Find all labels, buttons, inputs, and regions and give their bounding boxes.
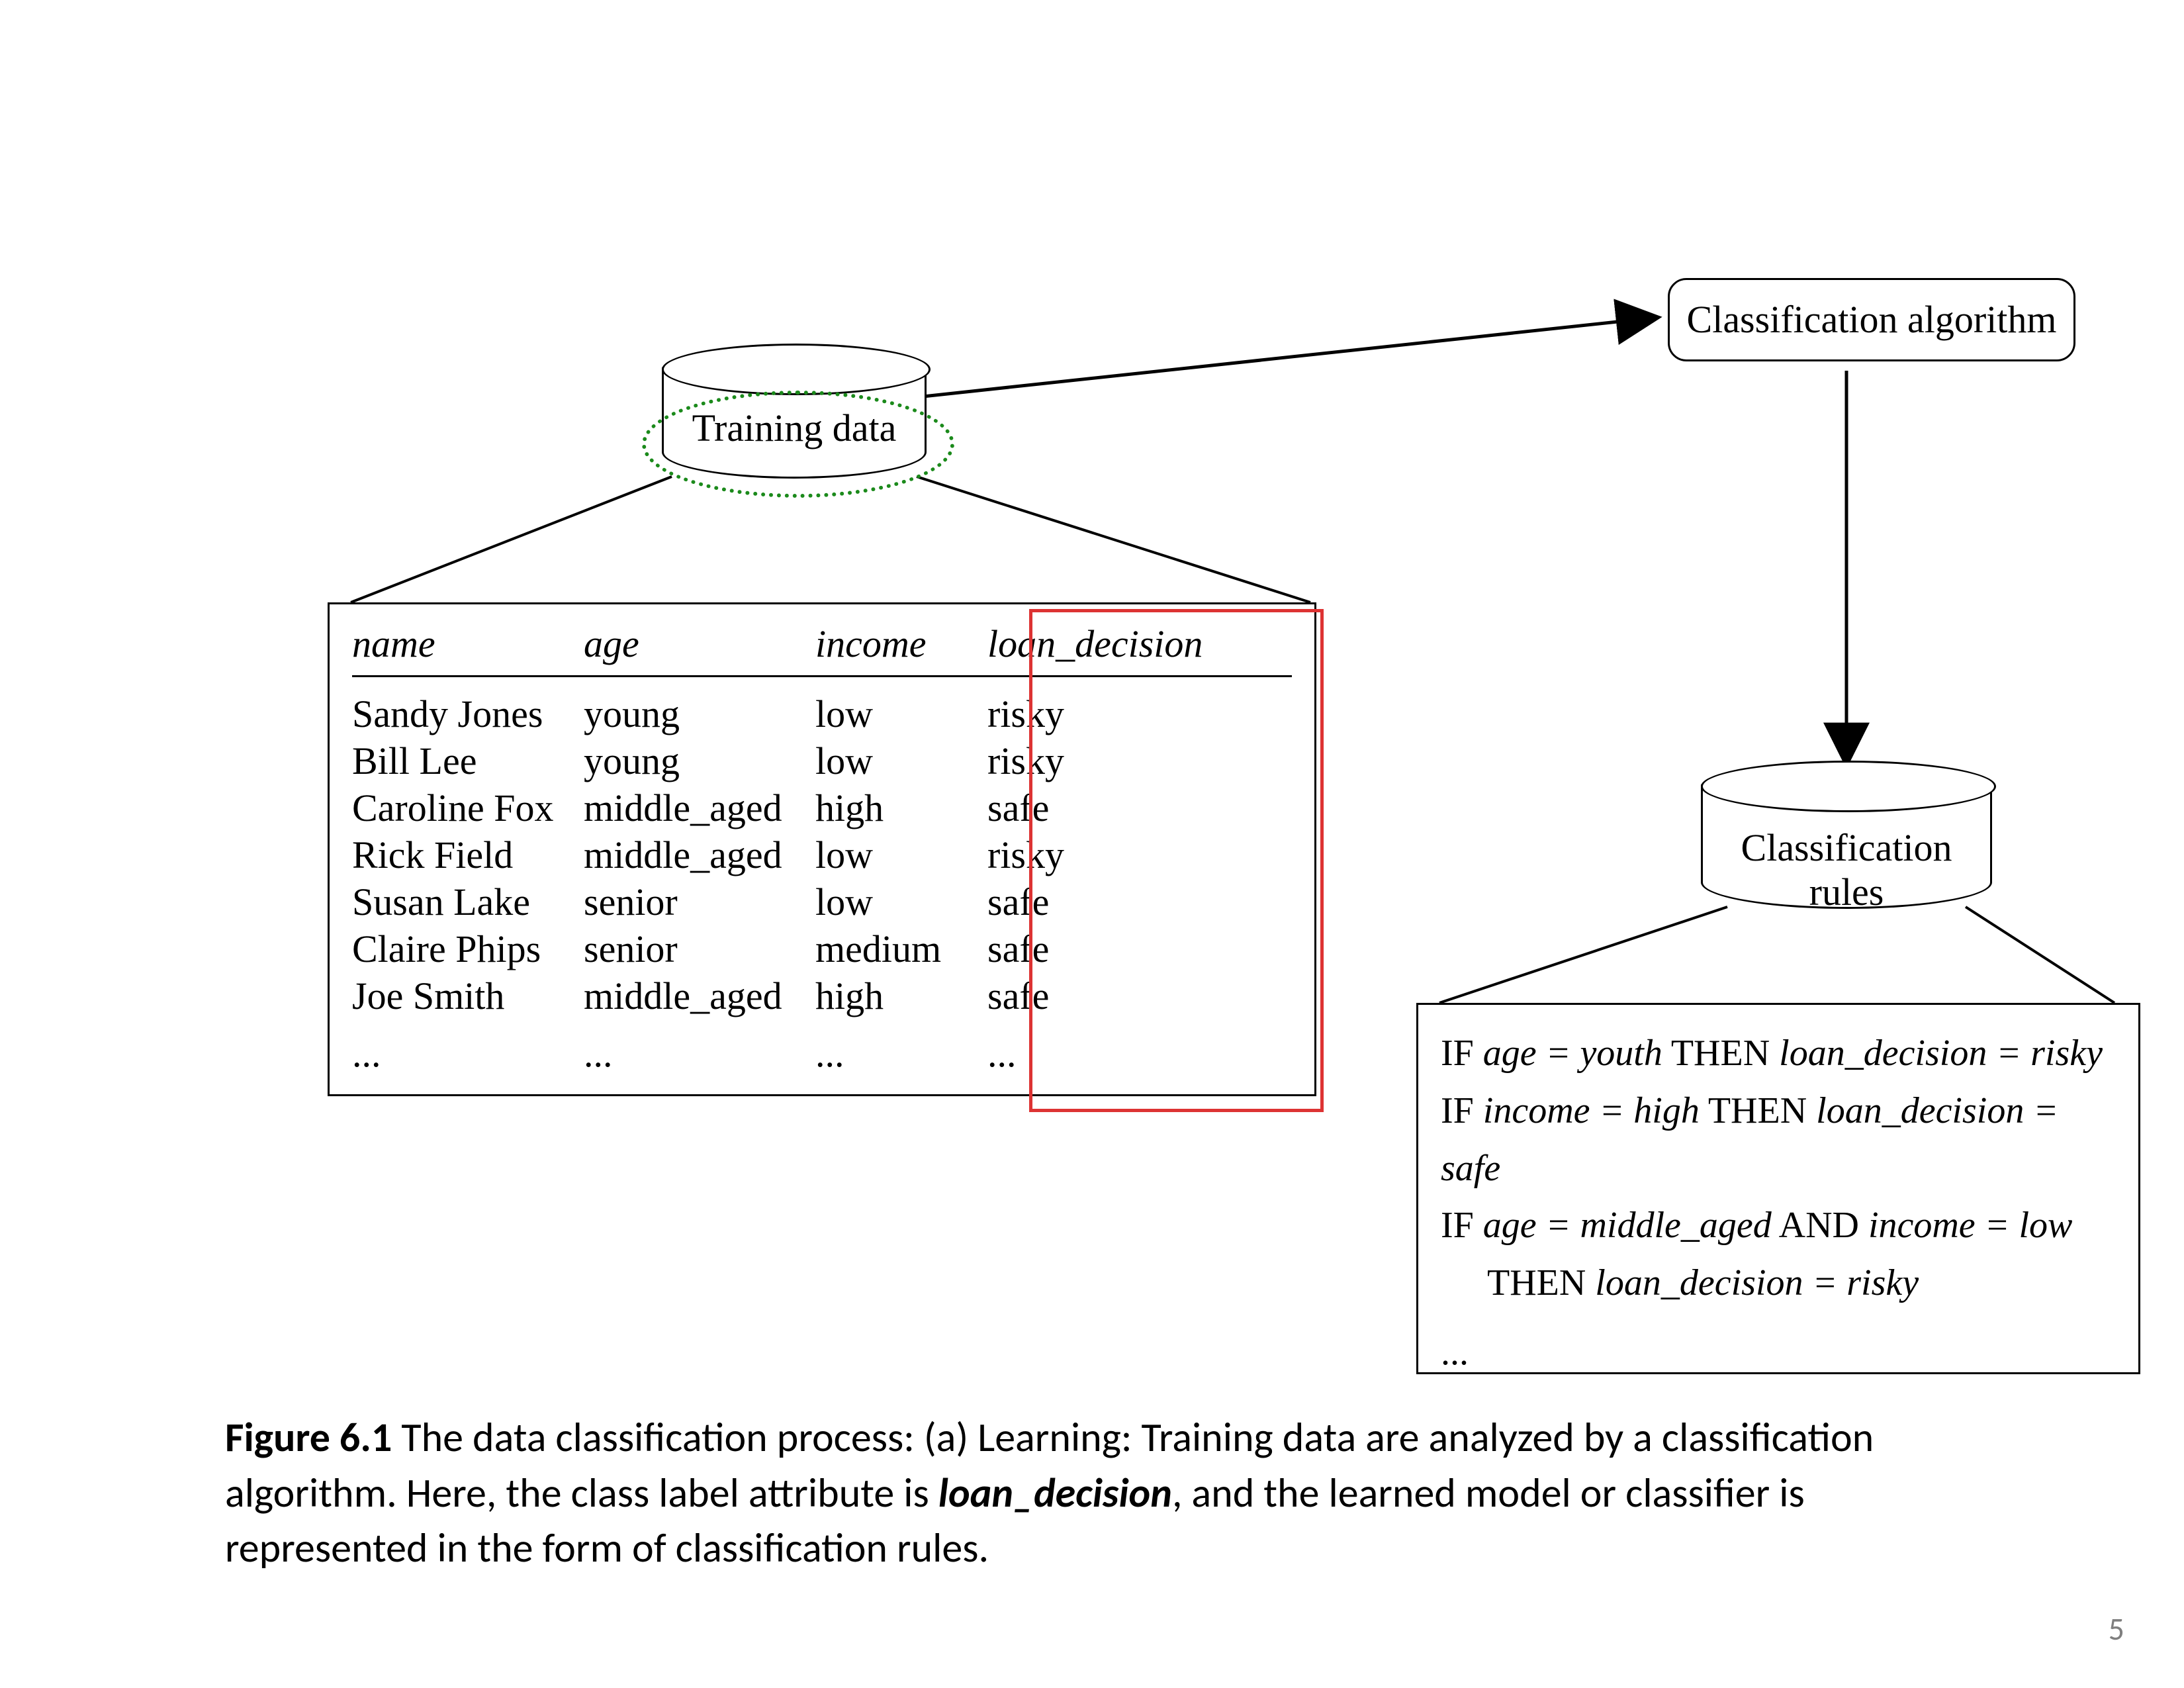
classification-rules-cylinder: Classification rules (1701, 784, 1992, 909)
green-highlight-oval (642, 391, 954, 498)
rule-line: IF income = high THEN loan_decision = sa… (1441, 1082, 2116, 1197)
caption-lead: Figure 6.1 (225, 1412, 392, 1462)
col-header-name: name (352, 622, 584, 666)
classification-algorithm-box: Classification algorithm (1668, 278, 2075, 361)
page-number: 5 (2109, 1609, 2124, 1648)
col-header-age: age (584, 622, 815, 666)
col-header-income: income (815, 622, 987, 666)
classification-rules-box: IF age = youth THEN loan_decision = risk… (1416, 1003, 2140, 1374)
classification-rules-label: Classification rules (1703, 825, 1990, 914)
rule-line: IF age = youth THEN loan_decision = risk… (1441, 1025, 2116, 1082)
rule-line: IF age = middle_aged AND income = low (1441, 1197, 2116, 1254)
rule-ellipsis: ... (1441, 1324, 2116, 1382)
caption-emph: loan_decision (938, 1468, 1172, 1518)
rule-line: THEN loan_decision = risky (1441, 1254, 2116, 1312)
figure-caption: Figure 6.1 The data classification proce… (225, 1410, 1959, 1576)
red-highlight-box (1029, 609, 1324, 1112)
slide-page: Training data Classification algorithm n… (0, 0, 2184, 1688)
